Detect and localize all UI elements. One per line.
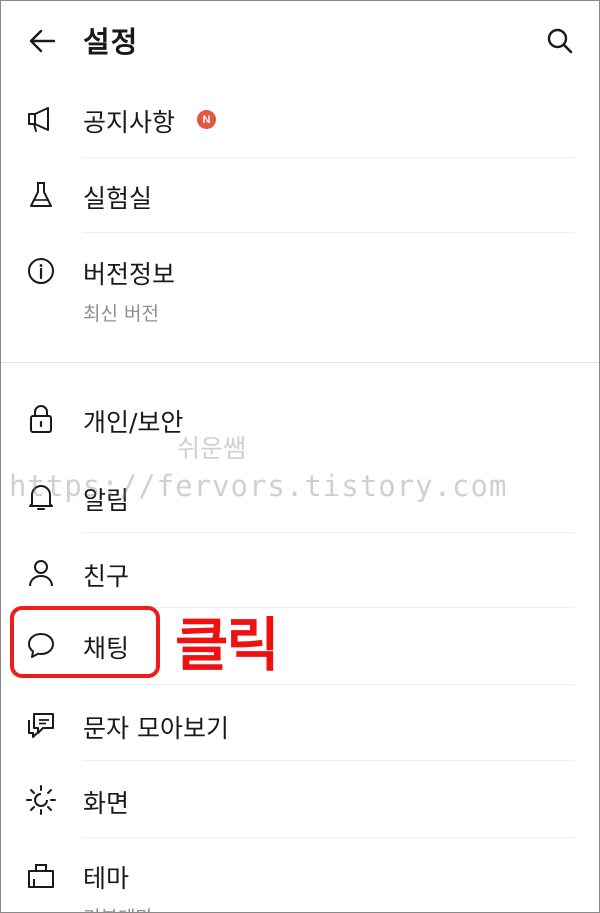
divider	[83, 232, 575, 233]
search-icon	[546, 27, 574, 55]
back-button[interactable]	[23, 23, 61, 59]
settings-item-label: 테마	[83, 864, 130, 893]
settings-item-label: 실험실	[83, 184, 153, 213]
settings-item-version[interactable]: 버전정보 최신 버전	[1, 249, 599, 339]
settings-item-label: 화면	[83, 789, 130, 818]
settings-screen: 설정 공지사항 N 실험실 버전정보 최신 버전 개인/보안 알림 친구 채팅 …	[0, 0, 600, 913]
message-icon	[25, 709, 57, 741]
person-icon	[25, 557, 57, 589]
divider	[83, 684, 575, 685]
settings-item-label: 개인/보안	[83, 408, 184, 437]
search-button[interactable]	[541, 23, 579, 59]
new-badge: N	[197, 110, 216, 129]
header: 설정	[1, 1, 599, 81]
settings-item-theme[interactable]: 테마 기본테마	[1, 857, 599, 912]
section-divider	[1, 362, 599, 363]
divider	[83, 532, 575, 533]
version-status: 최신 버전	[83, 303, 159, 325]
settings-item-friends[interactable]: 친구	[1, 551, 599, 609]
click-annotation: 클릭	[175, 611, 280, 679]
settings-item-label: 버전정보	[83, 260, 176, 289]
settings-item-label: 공지사항	[83, 108, 176, 137]
lock-icon	[25, 403, 57, 435]
watermark-url: https://fervors.tistory.com	[9, 469, 508, 503]
theme-icon	[25, 859, 57, 891]
settings-item-notice[interactable]: 공지사항 N	[1, 97, 599, 155]
settings-item-label: 친구	[83, 562, 130, 591]
chat-highlight-box	[10, 606, 160, 678]
info-icon	[25, 255, 57, 287]
divider	[83, 837, 575, 838]
settings-item-lab[interactable]: 실험실	[1, 173, 599, 231]
settings-item-privacy[interactable]: 개인/보안	[1, 397, 599, 455]
arrow-left-icon	[28, 28, 56, 54]
watermark-name: 쉬운쌤	[177, 434, 247, 463]
theme-status: 기본테마	[83, 903, 153, 912]
divider	[83, 760, 575, 761]
flask-icon	[25, 179, 57, 211]
brightness-icon	[25, 784, 57, 816]
settings-item-sms[interactable]: 문자 모아보기	[1, 703, 599, 761]
megaphone-icon	[25, 103, 57, 135]
settings-item-label: 문자 모아보기	[83, 714, 229, 743]
divider	[83, 607, 575, 608]
settings-item-display[interactable]: 화면	[1, 780, 599, 838]
page-title: 설정	[83, 25, 139, 59]
divider	[83, 157, 575, 158]
